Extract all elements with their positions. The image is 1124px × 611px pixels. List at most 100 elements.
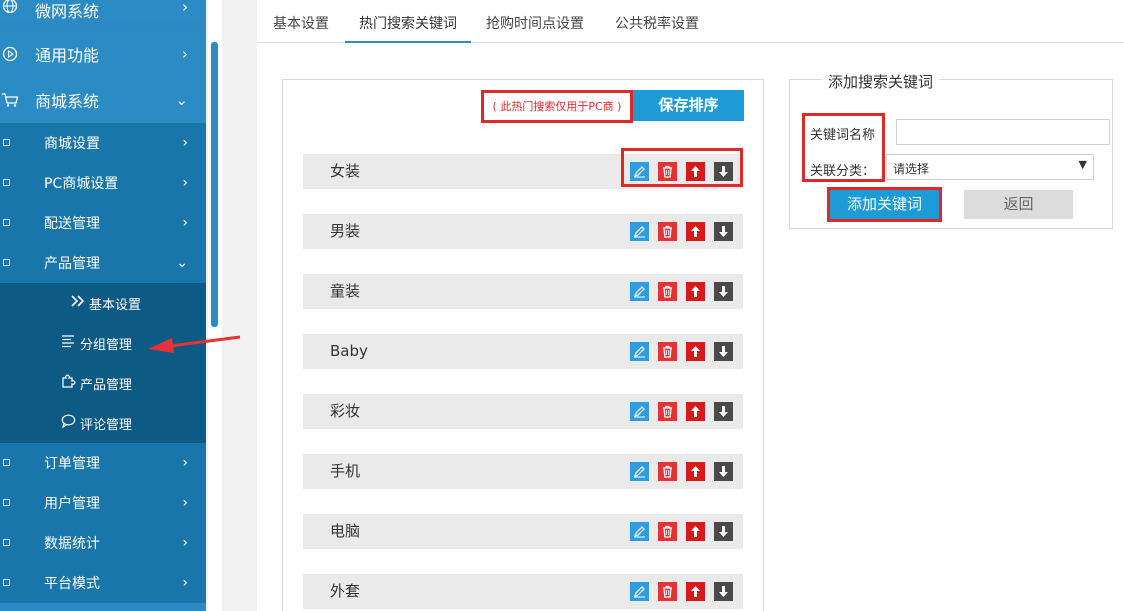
- arrow-up-icon[interactable]: [686, 522, 705, 541]
- sidebar-item-weiwang[interactable]: 微网系统 ›: [0, 0, 206, 22]
- keyword-row: 男装: [303, 214, 743, 249]
- add-keyword-button[interactable]: 添加关键词: [827, 187, 942, 222]
- sidebar: 微网系统 › 通用功能 › 商城系统 ⌄ 商城设置 › PC商城设置 › 配送管…: [0, 0, 206, 611]
- sidebar-item-pc-mall-settings[interactable]: PC商城设置 ›: [0, 163, 206, 203]
- pc-only-notice: ( 此热门搜索仅用于PC商 ): [481, 90, 633, 123]
- category-select[interactable]: 请选择 ▼: [886, 154, 1094, 180]
- edit-icon[interactable]: [630, 282, 649, 301]
- tree-node-icon: [3, 459, 10, 466]
- sidebar-leaf-label: 分组管理: [80, 337, 133, 353]
- arrow-up-icon[interactable]: [686, 282, 705, 301]
- edit-icon[interactable]: [630, 522, 649, 541]
- arrow-down-icon[interactable]: [714, 402, 733, 421]
- tab-tax-rate[interactable]: 公共税率设置: [599, 6, 715, 43]
- trash-icon[interactable]: [658, 162, 677, 181]
- sidebar-item-label: 订单管理: [44, 456, 100, 472]
- tree-node-icon: [3, 579, 10, 586]
- sidebar-item-label: 商城系统: [35, 92, 100, 111]
- arrow-down-icon[interactable]: [714, 162, 733, 181]
- arrow-down-icon[interactable]: [714, 222, 733, 241]
- arrow-up-icon[interactable]: [686, 462, 705, 481]
- edit-icon[interactable]: [630, 582, 649, 601]
- tab-basic-settings[interactable]: 基本设置: [257, 6, 345, 43]
- keyword-row: 童装: [303, 274, 743, 309]
- save-order-button[interactable]: 保存排序: [633, 90, 744, 121]
- sidebar-item-mall-settings[interactable]: 商城设置 ›: [0, 123, 206, 163]
- sidebar-item-general[interactable]: 通用功能 ›: [0, 31, 206, 77]
- sidebar-leaf-comment-management[interactable]: 评论管理: [0, 403, 206, 443]
- sidebar-item-delivery[interactable]: 配送管理 ›: [0, 203, 206, 243]
- tree-node-icon: [3, 499, 10, 506]
- form-legend: 添加搜索关键词: [822, 71, 940, 92]
- keyword-text: 女装: [330, 162, 361, 180]
- sidebar-scrollbar-thumb[interactable]: [211, 42, 218, 327]
- list-icon: [60, 334, 76, 352]
- arrow-up-icon[interactable]: [686, 222, 705, 241]
- tree-node-icon: [3, 179, 10, 186]
- chevron-right-icon: ›: [182, 175, 188, 191]
- trash-icon[interactable]: [658, 342, 677, 361]
- chevron-down-icon: ⌄: [175, 91, 188, 109]
- mall-submenu: 商城设置 › PC商城设置 › 配送管理 › 产品管理 ⌄ 基本设置 分组管理 …: [0, 123, 206, 603]
- chevron-right-icon: ›: [182, 0, 188, 16]
- sidebar-item-label: 配送管理: [44, 216, 100, 232]
- arrow-down-icon[interactable]: [714, 282, 733, 301]
- sidebar-item-label: PC商城设置: [44, 176, 119, 192]
- trash-icon[interactable]: [658, 222, 677, 241]
- chevron-right-icon: ›: [182, 495, 188, 511]
- arrow-down-icon[interactable]: [714, 582, 733, 601]
- sidebar-item-label: 微网系统: [35, 2, 100, 21]
- comment-icon: [60, 414, 76, 432]
- arrow-up-icon[interactable]: [686, 402, 705, 421]
- edit-icon[interactable]: [630, 402, 649, 421]
- sidebar-item-label: 商城设置: [44, 136, 100, 152]
- sidebar-leaf-label: 基本设置: [89, 297, 142, 313]
- arrow-down-icon[interactable]: [714, 462, 733, 481]
- arrow-up-icon[interactable]: [686, 342, 705, 361]
- keyword-row: 外套: [303, 574, 743, 609]
- sidebar-item-platform-mode[interactable]: 平台模式 ›: [0, 563, 206, 603]
- keyword-row: 电脑: [303, 514, 743, 549]
- trash-icon[interactable]: [658, 282, 677, 301]
- sidebar-item-label: 用户管理: [44, 496, 100, 512]
- trash-icon[interactable]: [658, 522, 677, 541]
- edit-icon[interactable]: [630, 162, 649, 181]
- products-submenu: 基本设置 分组管理 产品管理 评论管理: [0, 283, 206, 443]
- sidebar-item-statistics[interactable]: 数据统计 ›: [0, 523, 206, 563]
- sidebar-leaf-basic-settings[interactable]: 基本设置: [0, 283, 206, 323]
- tree-node-icon: [3, 219, 10, 226]
- arrow-down-icon[interactable]: [714, 522, 733, 541]
- keyword-name-input[interactable]: [896, 119, 1110, 145]
- trash-icon[interactable]: [658, 402, 677, 421]
- chevron-right-icon: ›: [182, 45, 188, 63]
- back-button[interactable]: 返回: [964, 190, 1073, 219]
- sidebar-item-mall[interactable]: 商城系统 ⌄: [0, 77, 206, 123]
- sidebar-item-label: 产品管理: [44, 256, 100, 272]
- keyword-name-label: 关键词名称: [810, 128, 876, 143]
- tree-node-icon: [3, 139, 10, 146]
- edit-icon[interactable]: [630, 222, 649, 241]
- chevron-right-icon: ›: [182, 575, 188, 591]
- sidebar-item-products[interactable]: 产品管理 ⌄: [0, 243, 206, 283]
- edit-icon[interactable]: [630, 462, 649, 481]
- tab-hot-keywords[interactable]: 热门搜索关键词: [345, 6, 471, 43]
- sidebar-item-orders[interactable]: 订单管理 ›: [0, 443, 206, 483]
- keyword-text: Baby: [330, 342, 368, 360]
- edit-icon[interactable]: [630, 342, 649, 361]
- sidebar-item-label: 平台模式: [44, 576, 100, 592]
- sidebar-leaf-product-management[interactable]: 产品管理: [0, 363, 206, 403]
- chevron-right-icon: ›: [182, 455, 188, 471]
- category-select-value: 请选择: [893, 162, 930, 176]
- chevron-right-icon: ›: [182, 215, 188, 231]
- keyword-row: 彩妆: [303, 394, 743, 429]
- trash-icon[interactable]: [658, 582, 677, 601]
- trash-icon[interactable]: [658, 462, 677, 481]
- arrow-up-icon[interactable]: [686, 582, 705, 601]
- tab-flash-sale-times[interactable]: 抢购时间点设置: [471, 6, 599, 43]
- arrow-up-icon[interactable]: [686, 162, 705, 181]
- arrow-down-icon[interactable]: [714, 342, 733, 361]
- puzzle-icon: [60, 374, 76, 392]
- sidebar-item-users[interactable]: 用户管理 ›: [0, 483, 206, 523]
- keyword-text: 童装: [330, 282, 361, 300]
- tree-node-icon: [3, 539, 10, 546]
